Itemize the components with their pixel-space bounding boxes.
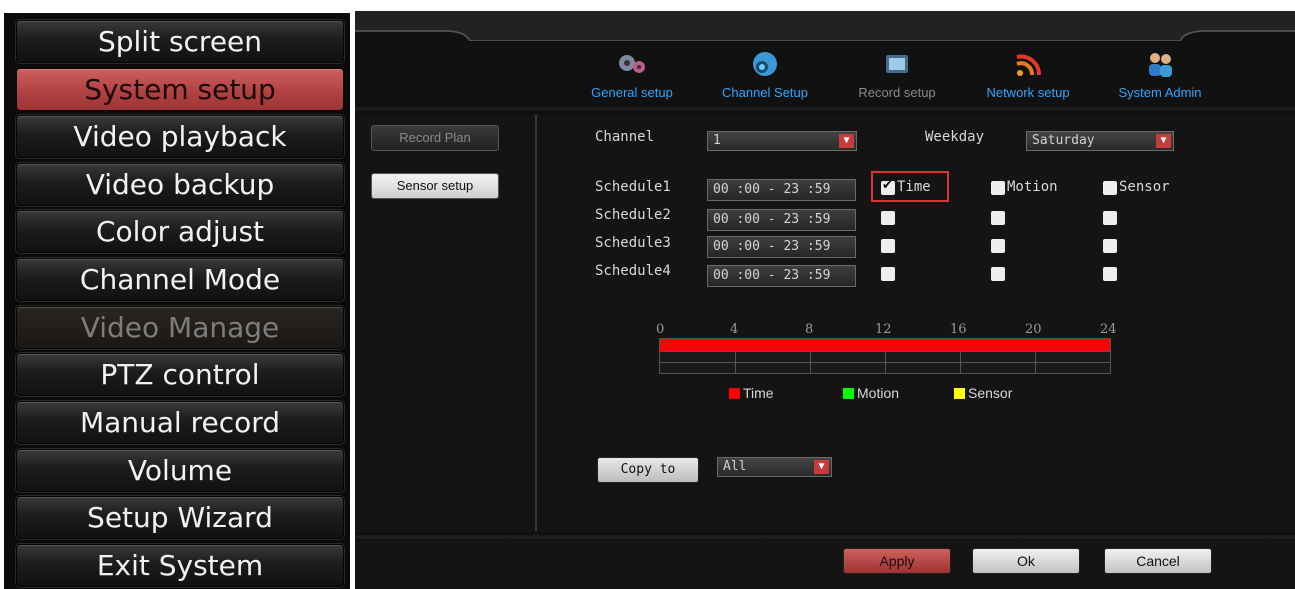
timeline-gridline <box>885 351 886 373</box>
schedule-timeline <box>659 338 1111 374</box>
top-frame-decoration <box>355 11 1295 41</box>
timeline-tick: 4 <box>730 322 739 337</box>
schedule1-time-checkbox[interactable] <box>881 178 895 195</box>
motion-checkbox-label: Motion <box>1007 179 1058 195</box>
menu-color-adjust[interactable]: Color adjust <box>16 210 344 253</box>
weekday-value: Saturday <box>1032 133 1095 148</box>
timeline-gridline <box>810 351 811 373</box>
system-setup-panel: General setup Channel Setup Record setup… <box>355 11 1295 589</box>
schedule1-time-input[interactable]: 00 :00 - 23 :59 <box>707 179 856 201</box>
channel-select[interactable]: 1 ▼ <box>707 131 857 151</box>
timeline-gridline <box>960 351 961 373</box>
timeline-tick: 0 <box>656 322 665 337</box>
schedule3-label: Schedule3 <box>595 235 671 251</box>
channel-value: 1 <box>713 133 721 148</box>
recorded-time-bar <box>660 339 1110 351</box>
menu-video-backup[interactable]: Video backup <box>16 163 344 206</box>
timeline-tick: 20 <box>1025 322 1042 337</box>
tab-label: Channel Setup <box>721 85 808 100</box>
menu-channel-mode[interactable]: Channel Mode <box>16 258 344 301</box>
timeline-tick: 12 <box>875 322 892 337</box>
menu-system-setup[interactable]: System setup <box>16 68 344 111</box>
menu-video-manage[interactable]: Video Manage <box>16 306 344 349</box>
chevron-down-icon: ▼ <box>839 134 854 148</box>
timeline-gridline <box>735 351 736 373</box>
legend-motion-swatch <box>843 388 854 399</box>
schedule4-time-checkbox[interactable] <box>881 267 895 281</box>
schedule2-motion-checkbox[interactable] <box>991 211 1005 225</box>
menu-split-screen[interactable]: Split screen <box>16 20 344 63</box>
video-icon <box>886 55 908 73</box>
tab-label: General setup <box>591 85 673 100</box>
tab-separator <box>355 105 1295 113</box>
schedule1-label: Schedule1 <box>595 179 671 195</box>
copy-target-value: All <box>723 459 747 474</box>
tab-label: System Admin <box>1118 85 1202 100</box>
legend-sensor-label: Sensor <box>968 385 1013 401</box>
timeline-tick: 24 <box>1100 322 1117 337</box>
schedule3-time-checkbox[interactable] <box>881 239 895 253</box>
schedule2-time-input[interactable]: 00 :00 - 23 :59 <box>707 209 856 231</box>
tab-label: Network setup <box>986 85 1070 100</box>
menu-volume[interactable]: Volume <box>16 449 344 492</box>
schedule3-time-input[interactable]: 00 :00 - 23 :59 <box>707 236 856 258</box>
time-checkbox-label: Time <box>897 179 931 195</box>
schedule2-label: Schedule2 <box>595 207 671 223</box>
record-plan-button[interactable]: Record Plan <box>371 125 499 151</box>
sub-menu: Record Plan Sensor setup <box>355 113 535 533</box>
gears-icon <box>619 55 645 73</box>
bottom-separator <box>355 533 1295 541</box>
wifi-icon <box>1016 54 1042 76</box>
schedule2-time-checkbox[interactable] <box>881 211 895 225</box>
schedule4-sensor-checkbox[interactable] <box>1103 267 1117 281</box>
legend-sensor-swatch <box>954 388 965 399</box>
menu-manual-record[interactable]: Manual record <box>16 401 344 444</box>
copy-target-select[interactable]: All ▼ <box>717 457 832 477</box>
chevron-down-icon: ▼ <box>814 460 829 474</box>
users-icon <box>1149 53 1172 77</box>
apply-button[interactable]: Apply <box>843 548 951 574</box>
timeline-tick: 8 <box>805 322 814 337</box>
tab-record-setup[interactable]: Record setup <box>843 47 951 107</box>
legend-motion-label: Motion <box>857 385 900 401</box>
schedule4-label: Schedule4 <box>595 263 671 279</box>
tab-channel-setup[interactable]: Channel Setup <box>705 47 825 107</box>
menu-exit-system[interactable]: Exit System <box>16 544 344 587</box>
channel-label: Channel <box>595 129 655 145</box>
schedule2-sensor-checkbox[interactable] <box>1103 211 1117 225</box>
main-menu: Split screen System setup Video playback… <box>4 13 350 589</box>
sensor-checkbox-label: Sensor <box>1119 179 1170 195</box>
schedule1-sensor-checkbox[interactable] <box>1103 181 1117 195</box>
tab-system-admin[interactable]: System Admin <box>1100 47 1220 107</box>
schedule3-motion-checkbox[interactable] <box>991 239 1005 253</box>
copy-to-button[interactable]: Copy to <box>597 457 699 483</box>
schedule4-motion-checkbox[interactable] <box>991 267 1005 281</box>
tab-network-setup[interactable]: Network setup <box>968 47 1088 107</box>
timeline-tick: 16 <box>950 322 967 337</box>
tab-label: Record setup <box>858 85 936 100</box>
schedule1-motion-checkbox[interactable] <box>991 181 1005 195</box>
cancel-button[interactable]: Cancel <box>1104 548 1212 574</box>
legend-time-swatch <box>729 388 740 399</box>
sensor-setup-button[interactable]: Sensor setup <box>371 173 499 199</box>
weekday-label: Weekday <box>925 129 985 145</box>
tab-bar: General setup Channel Setup Record setup… <box>355 11 1295 105</box>
ok-button[interactable]: Ok <box>972 548 1080 574</box>
weekday-select[interactable]: Saturday ▼ <box>1026 131 1174 151</box>
camera-icon <box>753 52 777 76</box>
chevron-down-icon: ▼ <box>1156 134 1171 148</box>
tab-general-setup[interactable]: General setup <box>577 47 687 107</box>
timeline-gridline <box>1035 351 1036 373</box>
legend-time-label: Time <box>743 385 774 401</box>
schedule4-time-input[interactable]: 00 :00 - 23 :59 <box>707 265 856 287</box>
schedule3-sensor-checkbox[interactable] <box>1103 239 1117 253</box>
menu-ptz-control[interactable]: PTZ control <box>16 353 344 396</box>
divider <box>535 115 537 531</box>
menu-video-playback[interactable]: Video playback <box>16 115 344 158</box>
menu-setup-wizard[interactable]: Setup Wizard <box>16 496 344 539</box>
